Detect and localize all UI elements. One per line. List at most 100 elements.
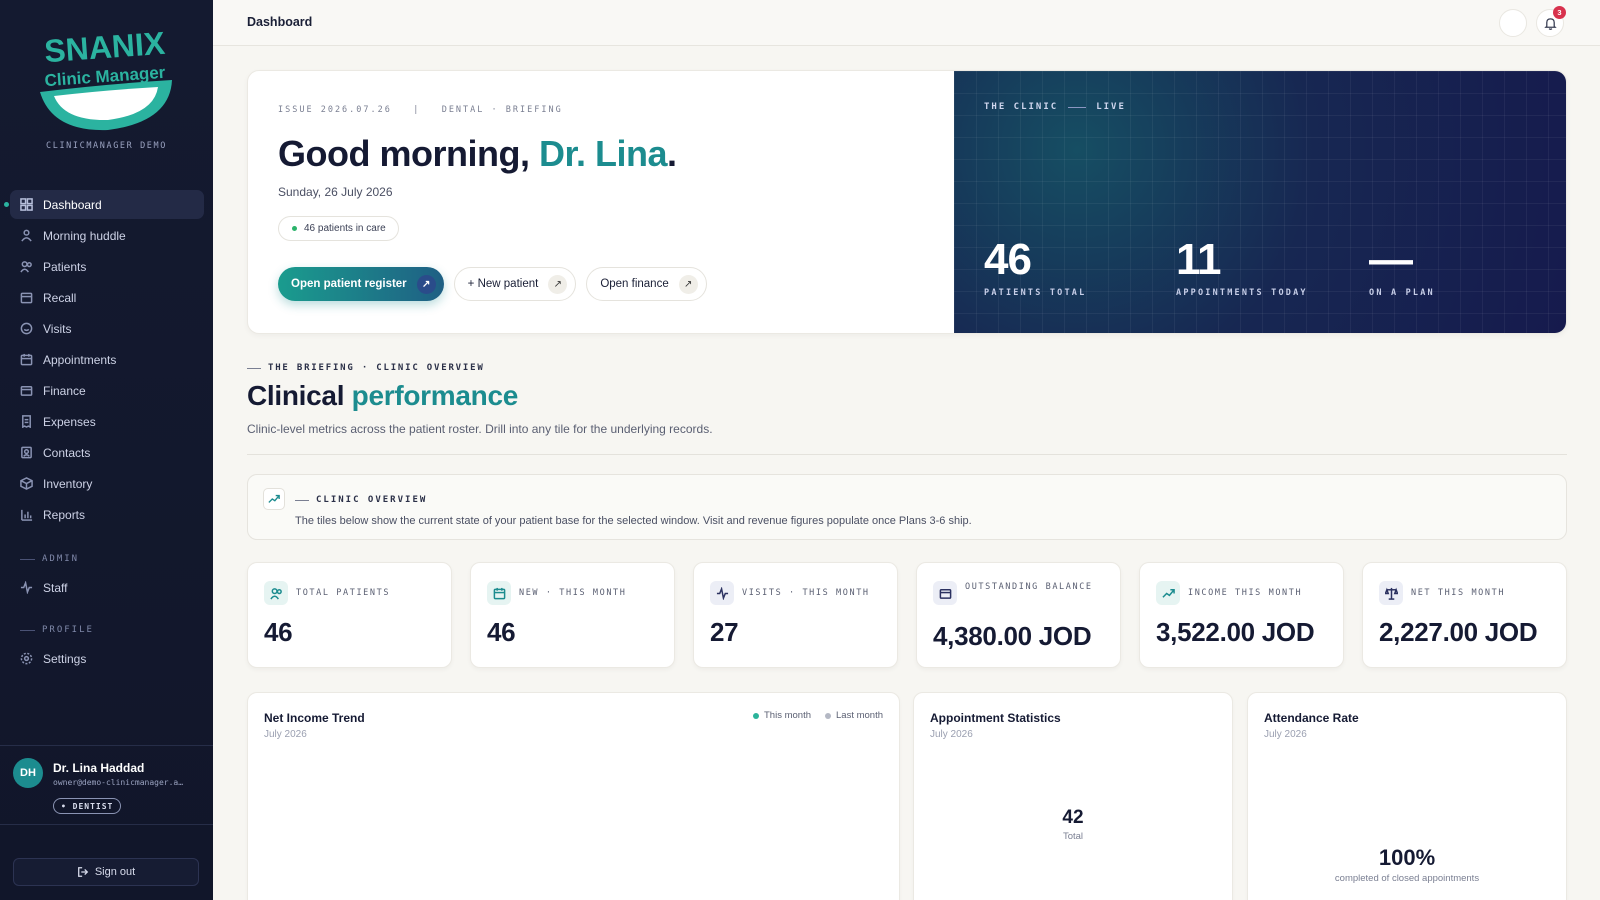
greeting: Good morning, Dr. Lina. bbox=[278, 133, 677, 175]
topbar: Dashboard 3 bbox=[213, 0, 1600, 46]
sign-out-button[interactable]: Sign out bbox=[13, 858, 199, 886]
hero-card: ISSUE 2026.07.26 | DENTAL · BRIEFING Goo… bbox=[247, 70, 1567, 334]
sidebar-item-visits[interactable]: Visits bbox=[10, 314, 204, 343]
stat-value: 46 bbox=[984, 235, 1032, 284]
title-prefix: Clinical bbox=[247, 380, 352, 411]
title-highlight: performance bbox=[351, 380, 519, 411]
sidebar-item-label: Settings bbox=[43, 651, 87, 666]
kpi-income-this-month[interactable]: INCOME THIS MONTH 3,522.00 JOD bbox=[1139, 562, 1344, 668]
avatar: DH bbox=[13, 758, 43, 788]
sidebar-item-inventory[interactable]: Inventory bbox=[10, 469, 204, 498]
legend-last-month[interactable]: Last month bbox=[825, 710, 883, 721]
kpi-net-this-month[interactable]: NET THIS MONTH 2,227.00 JOD bbox=[1362, 562, 1567, 668]
profile-section-label: PROFILE bbox=[20, 625, 94, 635]
divider bbox=[247, 454, 1567, 455]
sidebar-item-recall[interactable]: Recall bbox=[10, 283, 204, 312]
kpi-value: 4,380.00 JOD bbox=[933, 621, 1092, 651]
card-title: Appointment Statistics bbox=[930, 711, 1061, 725]
appointment-statistics-card: Appointment Statistics July 2026 42 Tota… bbox=[913, 692, 1233, 900]
activity-icon bbox=[710, 581, 734, 605]
sidebar-item-patients[interactable]: Patients bbox=[10, 252, 204, 281]
arrow-up-right-icon: ↗ bbox=[548, 274, 568, 294]
sidebar-item-finance[interactable]: Finance bbox=[10, 376, 204, 405]
overview-tag: CLINIC OVERVIEW bbox=[295, 495, 427, 505]
greeting-name: Dr. Lina bbox=[538, 133, 668, 174]
live-tag-right: LIVE bbox=[1096, 102, 1126, 112]
appointments-total-label: Total bbox=[1062, 831, 1084, 842]
huddle-icon bbox=[21, 229, 32, 242]
sidebar-item-label: Dashboard bbox=[43, 197, 102, 212]
kpi-label: NEW · THIS MONTH bbox=[519, 588, 627, 598]
sidebar-item-label: Patients bbox=[43, 259, 87, 274]
new-patient-button[interactable]: + New patient ↗ bbox=[453, 267, 577, 301]
contacts-icon bbox=[21, 446, 32, 459]
stat-label: APPOINTMENTS TODAY bbox=[1176, 288, 1308, 298]
card-title: Net Income Trend bbox=[264, 711, 365, 725]
kpi-value: 46 bbox=[487, 617, 516, 647]
sidebar-item-expenses[interactable]: Expenses bbox=[10, 407, 204, 436]
sign-out-icon bbox=[77, 867, 89, 877]
legend-this-month[interactable]: This month bbox=[753, 710, 811, 721]
chart-legend: This month Last month bbox=[753, 710, 883, 721]
legend-dot bbox=[825, 712, 831, 719]
sidebar-item-staff[interactable]: Staff bbox=[10, 573, 204, 602]
sidebar-item-label: Appointments bbox=[43, 352, 117, 367]
trend-up-icon bbox=[263, 488, 285, 510]
kpi-label: NET THIS MONTH bbox=[1411, 588, 1506, 598]
card-title: Attendance Rate bbox=[1264, 711, 1359, 725]
sidebar-item-label: Contacts bbox=[43, 445, 91, 460]
bell-icon bbox=[1543, 17, 1557, 30]
overview-description: The tiles below show the current state o… bbox=[295, 515, 972, 527]
notifications-button[interactable]: 3 bbox=[1536, 6, 1566, 37]
section-title: Clinical performance bbox=[247, 380, 518, 412]
user-card[interactable]: DH Dr. Lina Haddad owner@demo-clinicmana… bbox=[0, 745, 213, 825]
status-dot bbox=[292, 226, 297, 231]
visit-icon bbox=[20, 322, 33, 335]
grid-icon bbox=[20, 198, 33, 211]
scale-icon bbox=[1379, 581, 1403, 605]
legend-label: This month bbox=[764, 710, 811, 721]
sidebar-item-settings[interactable]: Settings bbox=[10, 644, 204, 673]
stat-appointments-today[interactable]: 11 APPOINTMENTS TODAY bbox=[1176, 235, 1308, 298]
open-finance-button[interactable]: Open finance ↗ bbox=[586, 267, 707, 301]
stat-value: 11 bbox=[1176, 235, 1222, 284]
attendance-rate-value: 100% bbox=[1378, 845, 1436, 870]
legend-label: Last month bbox=[836, 710, 883, 721]
stat-patients-total[interactable]: 46 PATIENTS TOTAL bbox=[984, 235, 1086, 298]
kpi-outstanding-balance[interactable]: OUTSTANDING BALANCE 4,380.00 JOD bbox=[916, 562, 1121, 668]
calendar-icon bbox=[487, 581, 511, 605]
patients-in-care-pill: 46 patients in care bbox=[278, 216, 399, 241]
sidebar-item-label: Inventory bbox=[43, 476, 93, 491]
sidebar-item-label: Expenses bbox=[43, 414, 96, 429]
sidebar-item-contacts[interactable]: Contacts bbox=[10, 438, 204, 467]
kpi-total-patients[interactable]: TOTAL PATIENTS 46 bbox=[247, 562, 452, 668]
sidebar-item-dashboard[interactable]: Dashboard bbox=[4, 190, 204, 219]
sidebar-item-reports[interactable]: Reports bbox=[10, 500, 204, 529]
sidebar-item-label: Finance bbox=[43, 383, 86, 398]
issue-line: ISSUE 2026.07.26 | DENTAL · BRIEFING bbox=[278, 105, 563, 115]
theme-toggle-button[interactable] bbox=[1499, 9, 1527, 37]
attendance-rate-card: Attendance Rate July 2026 100% completed… bbox=[1247, 692, 1567, 900]
briefing-kicker: THE BRIEFING · CLINIC OVERVIEW bbox=[247, 363, 485, 373]
open-patient-register-button[interactable]: Open patient register ↗ bbox=[278, 267, 444, 301]
kpi-label: INCOME THIS MONTH bbox=[1188, 588, 1303, 598]
calendar-icon bbox=[20, 353, 33, 366]
calendar-recall-icon bbox=[20, 292, 33, 304]
greeting-prefix: Good morning, bbox=[278, 133, 539, 174]
user-email: owner@demo-clinicmanager.a… bbox=[53, 778, 184, 787]
net-income-trend-card: Net Income Trend July 2026 This month La… bbox=[247, 692, 900, 900]
sidebar-item-label: Visits bbox=[43, 321, 72, 336]
sidebar-item-appointments[interactable]: Appointments bbox=[10, 345, 204, 374]
stat-on-a-plan[interactable]: — ON A PLAN bbox=[1369, 235, 1435, 298]
brand-logo[interactable]: SNANIX Clinic Manager bbox=[30, 22, 180, 152]
greeting-suffix: . bbox=[667, 133, 677, 174]
stat-value: — bbox=[1369, 235, 1413, 284]
sign-out-label: Sign out bbox=[94, 866, 136, 878]
hero-actions: Open patient register ↗ + New patient ↗ Op… bbox=[278, 267, 707, 301]
sidebar-item-morning-huddle[interactable]: Morning huddle bbox=[10, 221, 204, 250]
kpi-visits-this-month[interactable]: VISITS · THIS MONTH 27 bbox=[693, 562, 898, 668]
kpi-new-this-month[interactable]: NEW · THIS MONTH 46 bbox=[470, 562, 675, 668]
live-tag: THE CLINIC LIVE bbox=[984, 102, 1126, 112]
users-icon bbox=[264, 581, 288, 605]
user-name: Dr. Lina Haddad bbox=[53, 761, 145, 775]
